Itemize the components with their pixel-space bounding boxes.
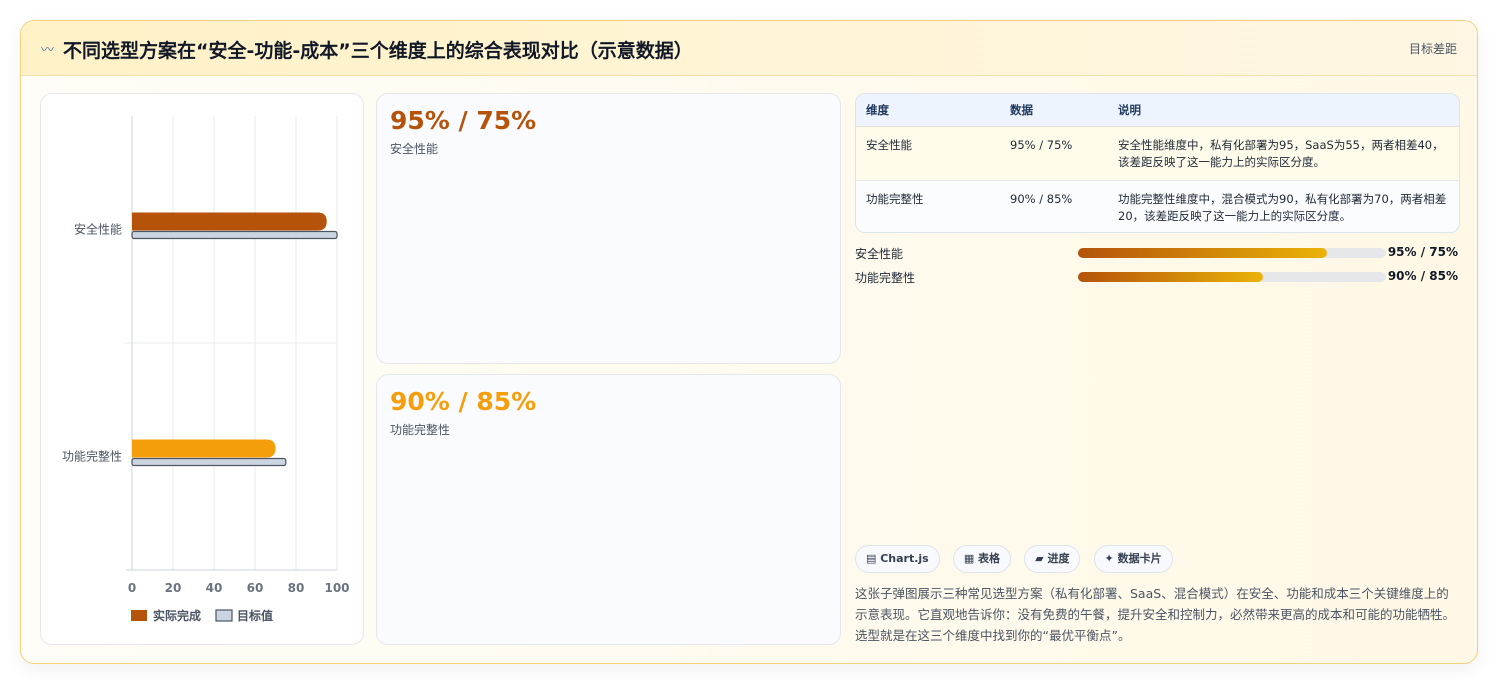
kpi-label: 安全性能 [390,142,439,156]
table-cell: 95% / 75% [1000,126,1108,181]
actual-bar [132,439,276,458]
y-category-label: 功能完整性 [62,449,122,464]
legend-label-actual: 实际完成 [153,608,201,623]
progress-track [1078,248,1386,258]
header: 〰 不同选型方案在“安全-功能-成本”三个维度上的综合表现对比（示意数据） 目标… [21,21,1477,76]
tag-chartjs[interactable]: ▤ Chart.js [855,545,940,573]
actual-bar [132,212,327,231]
target-bar [131,457,287,467]
kpi-label: 功能完整性 [390,423,451,437]
legend-label-target: 目标值 [237,608,273,623]
x-tick-label: 80 [288,581,305,595]
progress-track [1078,272,1386,282]
progress-row-security: 安全性能 95% / 75% [855,245,1458,261]
table-row: 功能完整性 90% / 85% 功能完整性维度中，混合模式为90，私有化部署为7… [856,180,1459,232]
x-tick-label: 0 [128,581,136,595]
bullet-chart: 0 20 40 60 80 100 安全性能功能完整性实际完成 目标值 [62,116,350,623]
table-header-cell: 数据 [1000,94,1108,127]
progress-row-function: 功能完整性 90% / 85% [855,269,1458,285]
data-table-card: 维度 数据 说明 安全性能 95% / 75% 安全性能维度中，私有化部署为95… [855,93,1460,233]
progress-value: 95% / 75% [1387,245,1458,259]
progress-value: 90% / 85% [1387,269,1458,283]
target-bar [131,230,338,240]
y-category-label: 安全性能 [74,222,122,237]
tag-progress[interactable]: ▰ 进度 [1024,545,1081,573]
page-title: 不同选型方案在“安全-功能-成本”三个维度上的综合表现对比（示意数据） [63,40,693,62]
table-cell: 安全性能 [856,126,1000,181]
tag-data-card[interactable]: ✦ 数据卡片 [1093,545,1173,573]
table-row: 安全性能 95% / 75% 安全性能维度中，私有化部署为95，SaaS为55，… [856,126,1459,181]
progress-label: 功能完整性 [855,271,916,285]
x-tick-label: 60 [247,581,264,595]
x-tick-label: 100 [324,581,349,595]
description: 这张子弹图展示三种常见选型方案（私有化部署、SaaS、混合模式）在安全、功能和成… [855,586,1456,643]
kpi-value: 90% / 85% [390,387,537,416]
bullet-chart-card: 0 20 40 60 80 100 安全性能功能完整性实际完成 目标值 [40,93,364,645]
table-cell: 功能完整性 [856,180,1000,232]
table-cell: 90% / 85% [1000,180,1108,232]
table-cell: 安全性能维度中，私有化部署为95，SaaS为55，两者相差40，该差距反映了这一… [1108,126,1459,181]
kpi-value: 95% / 75% [390,106,537,135]
data-table: 维度 数据 说明 安全性能 95% / 75% 安全性能维度中，私有化部署为95… [856,94,1459,232]
progress-fill [1078,248,1328,258]
tag-list: ▤ Chart.js ▦ 表格 ▰ 进度 ✦ 数据卡片 [855,545,1181,573]
legend-swatch-target [215,609,233,622]
x-tick-label: 20 [165,581,182,595]
legend-swatch-actual [131,610,147,621]
table-header-cell: 维度 [856,94,1000,127]
wave-icon: 〰 [41,43,55,58]
table-cell: 功能完整性维度中，混合模式为90，私有化部署为70，两者相差20，该差距反映了这… [1108,180,1459,232]
target-gap-label: 目标差距 [1408,42,1457,56]
table-header-cell: 说明 [1108,94,1459,127]
tag-table[interactable]: ▦ 表格 [952,545,1012,573]
table-header-row: 维度 数据 说明 [856,94,1459,127]
progress-label: 安全性能 [855,247,904,261]
kpi-card-security: 95% / 75% 安全性能 [376,93,841,364]
main-panel: 〰 不同选型方案在“安全-功能-成本”三个维度上的综合表现对比（示意数据） 目标… [20,20,1478,664]
progress-fill [1078,272,1263,282]
x-tick-label: 40 [206,581,223,595]
kpi-card-function: 90% / 85% 功能完整性 [376,374,841,645]
